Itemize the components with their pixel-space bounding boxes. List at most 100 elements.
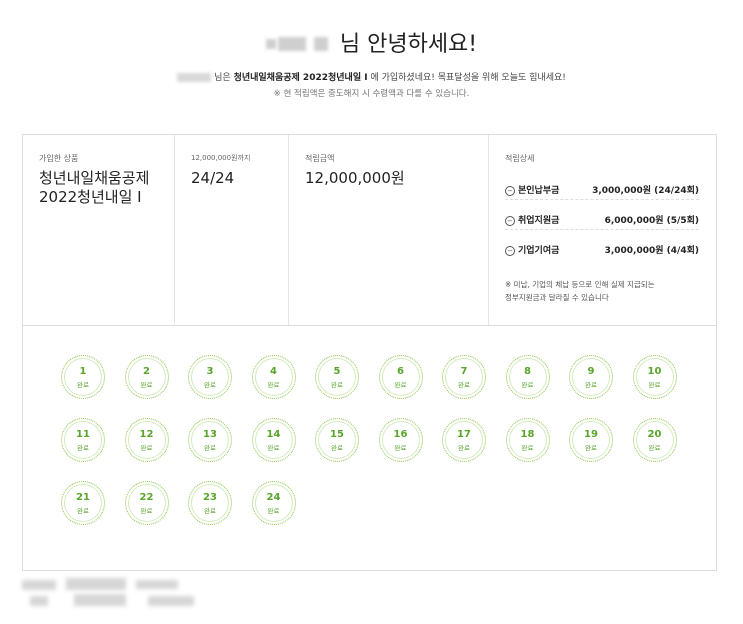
detail-row-company-contribution: − 기업기여금 3,000,000원 (4/4회)	[505, 237, 699, 259]
stamp-number: 13	[203, 429, 217, 440]
blurred-footer-text	[22, 580, 56, 590]
stamp-number: 9	[587, 366, 595, 377]
stamp-number: 21	[76, 492, 90, 503]
stamp-status: 완료	[267, 507, 280, 515]
intro-line: 님은 청년내일채움공제 2022청년내일 I 에 가입하셨네요! 목표달성을 위…	[0, 70, 743, 83]
stamp-10: 10 완료	[632, 355, 677, 399]
stamp-status: 완료	[204, 444, 216, 452]
detail-row-self-payment: − 본인납부금 3,000,000원 (24/24회)	[505, 177, 699, 200]
stamp-21: 21 완료	[61, 481, 105, 525]
stamp-status: 완료	[77, 507, 89, 515]
stamp-number: 20	[647, 429, 662, 440]
minus-circle-icon: −	[505, 245, 515, 256]
stamp-number: 4	[270, 366, 277, 377]
stamp-status: 완료	[204, 507, 216, 515]
details-label: 적립상세	[505, 154, 535, 163]
stamp-number: 16	[393, 429, 408, 440]
minus-circle-icon: −	[505, 215, 515, 226]
greeting-heading: 님 안녕하세요!	[0, 26, 743, 58]
product-column: 가입한 상품 청년내일채움공제 2022청년내일 I	[23, 135, 175, 325]
stamp-number: 10	[647, 366, 662, 377]
stamp-18: 18 완료	[505, 418, 550, 462]
details-column: 적립상세 − 본인납부금 3,000,000원 (24/24회) − 취업지원금 6…	[489, 135, 716, 325]
stamp-status: 완료	[458, 381, 470, 389]
stamp-number: 2	[143, 366, 150, 377]
minus-circle-icon: −	[505, 185, 515, 196]
details-note: ※ 미납, 기업의 체납 등으로 인해 실제 지급되는 정부지원금과 달라질 수…	[505, 280, 655, 302]
product-name: 청년내일채움공제 2022청년내일 I	[39, 169, 150, 206]
stamp-24: 24 완료	[251, 481, 296, 525]
detail-row-employment-support: − 취업지원금 6,000,000원 (5/5회)	[505, 207, 699, 230]
intro-note: ※ 현 적립액은 중도해지 시 수령액과 다를 수 있습니다.	[273, 89, 470, 99]
intro-product: 청년내일채움공제 2022청년내일 I	[233, 73, 368, 83]
stamp-status: 완료	[521, 381, 534, 389]
stamp-status: 완료	[267, 444, 280, 452]
blurred-footer-text	[148, 596, 194, 606]
progress-column: 12,000,000원까지 24/24	[175, 135, 289, 325]
stamp-number: 14	[266, 429, 281, 440]
stamp-status: 완료	[140, 381, 153, 389]
stamp-23: 23 완료	[188, 481, 232, 525]
stamp-grid: 1 완료 2 완료 3 완료 4 완료 5 완료 6 완료 7 완료 8 완료 9 완료 10 완료 11 완료 12 완료 1…	[23, 326, 716, 570]
stamp-status: 완료	[394, 381, 407, 389]
stamp-status: 완료	[140, 507, 153, 515]
stamp-status: 완료	[204, 381, 216, 389]
stamp-7: 7 완료	[442, 355, 486, 399]
amount-column: 적립금액 12,000,000원	[289, 135, 489, 325]
stamp-number: 17	[457, 429, 471, 440]
stamp-number: 3	[206, 366, 214, 377]
progress-value: 24/24	[191, 169, 235, 187]
stamp-status: 완료	[585, 381, 597, 389]
stamp-number: 6	[397, 366, 404, 377]
stamp-16: 16 완료	[378, 418, 423, 462]
stamp-1: 1 완료	[61, 355, 105, 399]
stamp-number: 23	[203, 492, 217, 503]
blurred-user-name	[265, 35, 334, 55]
stamp-number: 18	[520, 429, 535, 440]
stamp-status: 완료	[521, 444, 534, 452]
stamp-12: 12 완료	[124, 418, 169, 462]
stamp-number: 24	[266, 492, 281, 503]
stamp-14: 14 완료	[251, 418, 296, 462]
stamp-number: 1	[79, 366, 87, 377]
stamp-status: 완료	[140, 444, 153, 452]
stamp-3: 3 완료	[188, 355, 232, 399]
stamp-9: 9 완료	[569, 355, 613, 399]
stamp-status: 완료	[648, 444, 661, 452]
stamp-number: 22	[139, 492, 154, 503]
stamp-13: 13 완료	[188, 418, 232, 462]
stamp-17: 17 완료	[442, 418, 486, 462]
stamp-4: 4 완료	[251, 355, 296, 399]
stamp-status: 완료	[458, 444, 470, 452]
stamp-22: 22 완료	[124, 481, 169, 525]
savings-card: 가입한 상품 청년내일채움공제 2022청년내일 I 12,000,000원까지…	[22, 134, 717, 571]
stamp-2: 2 완료	[124, 355, 169, 399]
stamp-number: 19	[584, 429, 598, 440]
blurred-user-name-small	[177, 73, 212, 82]
stamp-status: 완료	[648, 381, 661, 389]
blurred-footer-text	[66, 578, 126, 590]
stamp-status: 완료	[267, 381, 280, 389]
stamp-status: 완료	[585, 444, 597, 452]
greeting-text: 님 안녕하세요!	[339, 32, 478, 57]
stamp-status: 완료	[331, 381, 343, 389]
stamp-number: 11	[76, 429, 90, 440]
stamp-11: 11 완료	[61, 418, 105, 462]
stamp-number: 12	[139, 429, 154, 440]
stamp-15: 15 완료	[315, 418, 359, 462]
stamp-status: 완료	[331, 444, 343, 452]
stamp-20: 20 완료	[632, 418, 677, 462]
stamp-number: 5	[333, 366, 341, 377]
progress-label: 12,000,000원까지	[191, 154, 251, 162]
stamp-5: 5 완료	[315, 355, 359, 399]
stamp-6: 6 완료	[378, 355, 423, 399]
stamp-status: 완료	[77, 381, 89, 389]
stamp-number: 15	[330, 429, 344, 440]
stamp-19: 19 완료	[569, 418, 613, 462]
product-label: 가입한 상품	[39, 154, 79, 163]
stamp-status: 완료	[394, 444, 407, 452]
blurred-footer-text	[136, 580, 178, 589]
stamp-8: 8 완료	[505, 355, 550, 399]
stamp-number: 8	[524, 366, 531, 377]
stamp-number: 7	[460, 366, 468, 377]
